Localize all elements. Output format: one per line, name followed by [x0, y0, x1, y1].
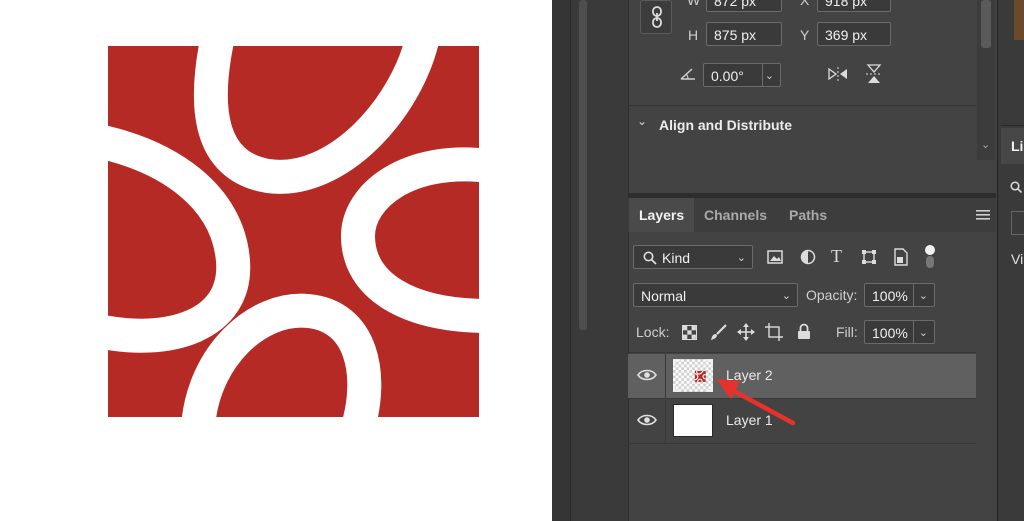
- blend-mode-value: Normal: [641, 288, 687, 304]
- lock-all-icon[interactable]: [797, 323, 811, 340]
- fill-field[interactable]: 100% ⌄: [864, 320, 935, 344]
- align-collapse-chevron-icon[interactable]: ⌄: [637, 114, 647, 128]
- width-field[interactable]: 872 px: [706, 0, 782, 12]
- properties-scroll-thumb[interactable]: [981, 0, 991, 48]
- document-canvas[interactable]: [0, 0, 552, 521]
- adjacent-field[interactable]: [1011, 211, 1024, 235]
- tab-channels[interactable]: Channels: [694, 198, 777, 232]
- lock-position-icon[interactable]: [737, 323, 755, 341]
- eye-column-divider: [665, 399, 666, 443]
- opacity-label: Opacity:: [806, 287, 858, 303]
- layer-row-layer-1[interactable]: Layer 1: [628, 399, 976, 444]
- opacity-field[interactable]: 100% ⌄: [864, 283, 935, 307]
- chevron-down-icon: ⌄: [736, 252, 746, 264]
- adjacent-vi-label: Vi: [1011, 251, 1024, 267]
- width-label: W: [687, 0, 701, 8]
- flip-horizontal-icon[interactable]: [827, 66, 849, 82]
- x-field[interactable]: 918 px: [817, 0, 891, 12]
- filter-toggle-icon[interactable]: [925, 245, 935, 269]
- height-field[interactable]: 875 px: [706, 22, 782, 46]
- opacity-value: 100%: [872, 288, 908, 304]
- artwork-red-tile[interactable]: [108, 46, 479, 417]
- eye-icon[interactable]: [636, 366, 658, 384]
- y-field[interactable]: 369 px: [817, 22, 891, 46]
- chevron-down-icon: ⌄: [781, 290, 791, 302]
- adjacent-divider: [1001, 125, 1024, 126]
- tab-paths[interactable]: Paths: [779, 198, 837, 232]
- vertical-scrollbar[interactable]: [579, 0, 587, 330]
- artwork-background: [108, 46, 479, 417]
- canvas-panel-divider: [552, 0, 570, 521]
- image-filter-icon[interactable]: [767, 250, 783, 264]
- section-divider: [628, 105, 976, 106]
- chevron-down-icon[interactable]: ⌄: [765, 64, 774, 88]
- height-label: H: [688, 27, 699, 43]
- filter-kind-select[interactable]: Kind ⌄: [633, 245, 753, 269]
- y-label: Y: [800, 27, 810, 43]
- search-icon: [643, 251, 657, 265]
- type-filter-icon[interactable]: T: [831, 246, 842, 267]
- angle-value: 0.00°: [711, 68, 744, 84]
- lock-transparent-icon[interactable]: [682, 325, 697, 340]
- search-icon: [1010, 181, 1022, 193]
- chevron-down-icon[interactable]: ⌄: [919, 321, 928, 345]
- filter-kind-label: Kind: [662, 250, 691, 266]
- scroll-down-icon[interactable]: ⌄: [981, 138, 990, 151]
- adjustment-filter-icon[interactable]: [800, 249, 816, 265]
- fill-label: Fill:: [836, 324, 858, 340]
- link-icon: [652, 6, 662, 28]
- tab-layers[interactable]: Layers: [629, 198, 695, 232]
- adjacent-panel-strip: Li Vi: [997, 0, 1024, 521]
- x-label: X: [800, 0, 810, 8]
- panel-menu-icon[interactable]: [976, 209, 990, 221]
- align-distribute-title[interactable]: Align and Distribute: [659, 117, 792, 133]
- lock-paint-icon[interactable]: [710, 323, 728, 341]
- smart-object-filter-icon[interactable]: [893, 248, 909, 266]
- fill-value: 100%: [872, 325, 908, 341]
- eye-column-divider: [665, 354, 666, 398]
- flip-vertical-icon[interactable]: [865, 63, 883, 85]
- adjacent-swatch: [1014, 0, 1024, 40]
- panel-scroll-strip: [570, 0, 629, 521]
- chevron-down-icon[interactable]: ⌄: [919, 284, 928, 308]
- annotation-arrow: [716, 379, 796, 426]
- angle-field[interactable]: 0.00° ⌄: [703, 63, 781, 87]
- adjacent-tab-label[interactable]: Li: [1011, 138, 1023, 154]
- blend-mode-select[interactable]: Normal ⌄: [633, 283, 798, 307]
- lock-label: Lock:: [636, 324, 670, 340]
- layer-row-layer-2[interactable]: Layer 2: [628, 354, 976, 399]
- link-proportions-button[interactable]: [640, 0, 672, 34]
- eye-icon[interactable]: [636, 411, 658, 429]
- layers-list-divider: [628, 352, 976, 353]
- shape-filter-icon[interactable]: [861, 249, 877, 265]
- lock-artboard-icon[interactable]: [765, 323, 783, 341]
- properties-scrollbar[interactable]: ⌄: [977, 0, 995, 160]
- angle-icon: [680, 68, 695, 80]
